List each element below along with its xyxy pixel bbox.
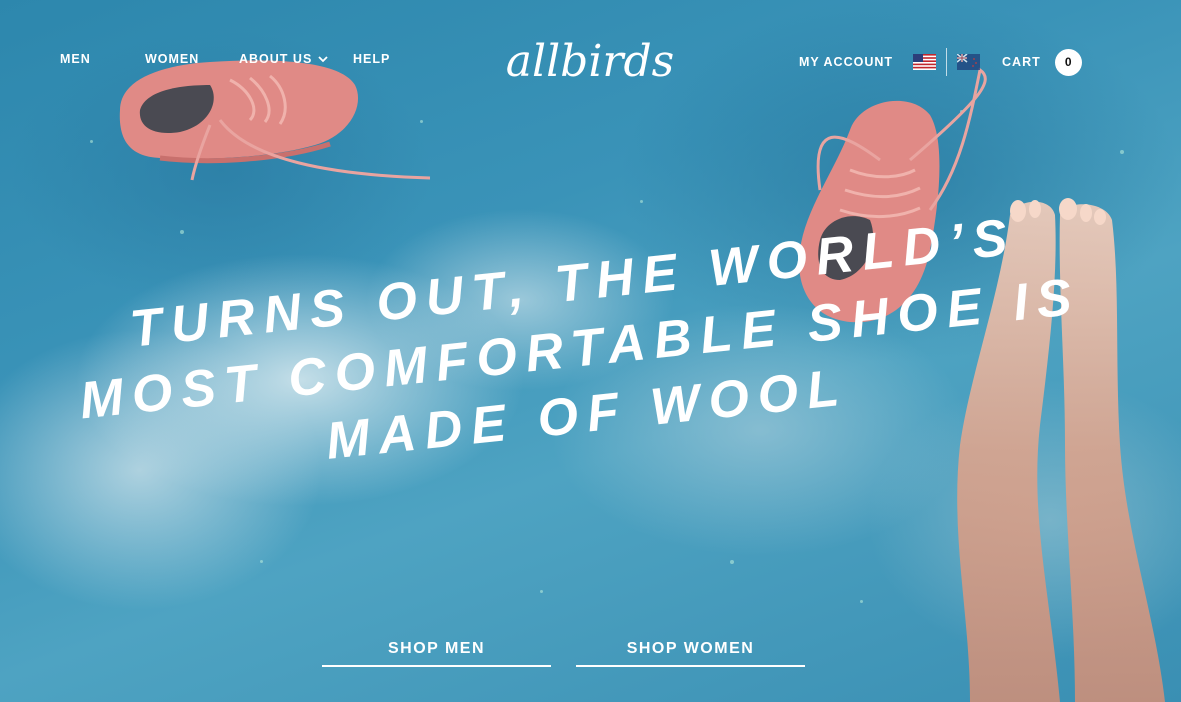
primary-nav: MEN WOMEN ABOUT US HELP xyxy=(60,52,390,66)
water-speck xyxy=(260,560,263,563)
shop-men-label: SHOP MEN xyxy=(387,640,486,657)
hero-background: MEN WOMEN ABOUT US HELP allbirds MY ACCO… xyxy=(0,0,1181,702)
shop-women-label: SHOP WOMEN xyxy=(626,640,755,657)
nav-help-link[interactable]: HELP xyxy=(353,52,390,66)
water-speck xyxy=(540,590,543,593)
water-speck xyxy=(860,600,863,603)
shop-women-button[interactable]: SHOP WOMEN xyxy=(576,640,805,667)
account-nav: MY ACCOUNT CART 0 xyxy=(799,48,1082,76)
water-speck xyxy=(180,230,184,234)
nav-men-link[interactable]: MEN xyxy=(60,52,145,66)
chevron-down-icon xyxy=(318,56,328,63)
cart-link[interactable]: CART xyxy=(1002,55,1041,69)
shop-men-button[interactable]: SHOP MEN xyxy=(322,640,551,667)
flag-divider xyxy=(946,48,948,76)
us-flag-icon[interactable] xyxy=(913,54,937,70)
water-speck xyxy=(640,200,643,203)
my-account-link[interactable]: MY ACCOUNT xyxy=(799,55,893,69)
nz-flag-icon[interactable] xyxy=(957,54,981,70)
allbirds-logo[interactable]: allbirds xyxy=(500,30,680,94)
shop-women-underline xyxy=(576,665,805,667)
nav-women-link[interactable]: WOMEN xyxy=(145,52,239,66)
nav-about-us-link[interactable]: ABOUT US xyxy=(239,52,353,66)
water-speck xyxy=(1120,150,1124,154)
water-speck xyxy=(730,560,734,564)
shop-men-underline xyxy=(322,665,551,667)
water-speck xyxy=(90,140,93,143)
cart-count-badge[interactable]: 0 xyxy=(1054,48,1082,76)
nav-about-us-label: ABOUT US xyxy=(239,52,313,66)
